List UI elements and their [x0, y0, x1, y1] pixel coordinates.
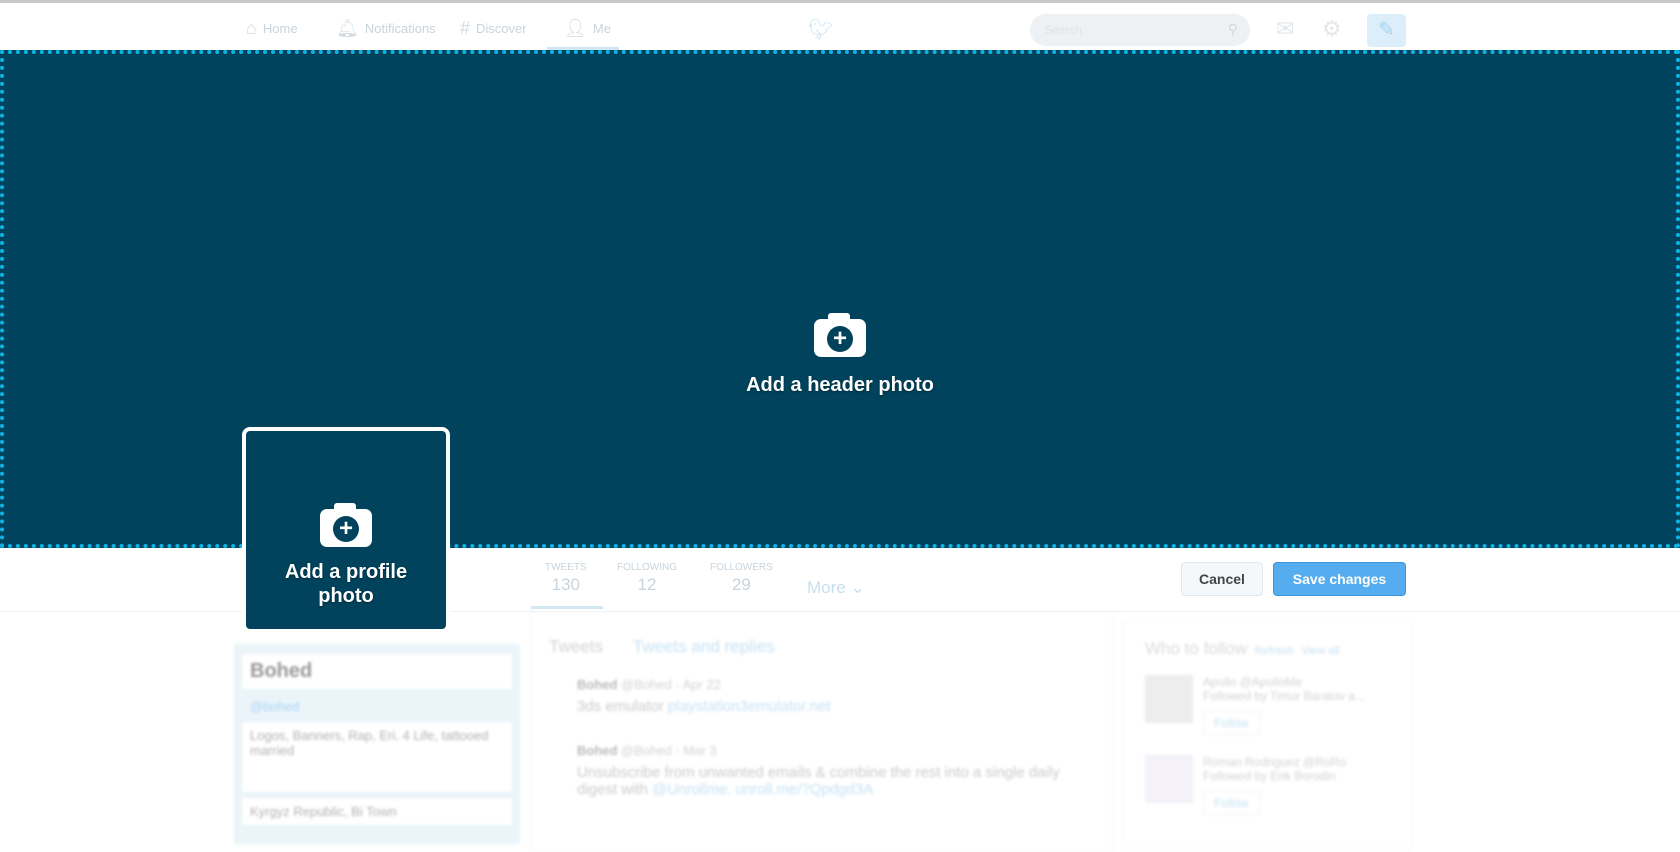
wtf-refresh[interactable]: Refresh	[1255, 645, 1294, 657]
gear-icon[interactable]: ⚙	[1322, 16, 1342, 42]
nav-discover-label: Discover	[476, 21, 527, 36]
avatar[interactable]	[1145, 675, 1193, 723]
timeline: Tweets Tweets and replies Bohed @Bohed · …	[530, 612, 1114, 852]
more-label: More	[807, 578, 846, 597]
tweet-link[interactable]: playstation3emulator.net	[668, 698, 831, 715]
stat-tweets[interactable]: TWEETS 130	[545, 562, 587, 595]
followed-by: Followed by Erik Borodin	[1203, 769, 1336, 783]
camera-plus-icon: +	[320, 503, 372, 547]
cancel-button[interactable]: Cancel	[1181, 562, 1263, 596]
profile-edit-card: Bohed @bohed Logos, Banners, Rap, Eri. 4…	[234, 644, 520, 844]
tweet-author: Bohed	[577, 743, 618, 758]
stat-active-indicator	[531, 606, 603, 609]
wtf-view-all[interactable]: View all	[1302, 645, 1340, 657]
followed-by: Followed by Timur Baratov a...	[1203, 689, 1366, 703]
compose-tweet-button[interactable]: ✎	[1367, 14, 1406, 47]
stat-value: 29	[731, 575, 751, 594]
stat-label: FOLLOWERS	[710, 562, 773, 573]
wtf-title: Who to follow	[1145, 639, 1248, 658]
tab-tweets-replies[interactable]: Tweets and replies	[633, 637, 775, 656]
twitter-bird-icon[interactable]: 🐦︎	[808, 17, 833, 42]
tab-tweets[interactable]: Tweets	[549, 637, 603, 656]
stat-value: 130	[551, 575, 581, 594]
tweet-link[interactable]: @Unrollme. unroll.me/?Qpdgd3A	[652, 781, 873, 798]
tweet-meta: @Bohed · Apr 22	[621, 677, 722, 692]
nav-notifications-label: Notifications	[364, 21, 436, 36]
stat-label: FOLLOWING	[617, 562, 678, 573]
tweet: Bohed @Bohed · Mar 3 Unsubscribe from unw…	[549, 743, 1095, 798]
nav-me[interactable]: 👤︎ Me	[564, 18, 611, 39]
search-icon[interactable]: ⚲	[1228, 21, 1238, 38]
suggestion-name[interactable]: Apollo @ApolloMe	[1203, 675, 1365, 689]
messages-icon[interactable]: ✉	[1276, 16, 1294, 42]
tweet-author: Bohed	[577, 677, 618, 692]
name-field[interactable]: Bohed	[242, 654, 512, 689]
suggestion-name[interactable]: Roman Rodriguez @RoRo	[1203, 755, 1346, 769]
bell-icon: 🔔︎	[336, 18, 359, 38]
more-dropdown[interactable]: More ⌄	[807, 578, 865, 598]
follow-button[interactable]: Follow	[1203, 791, 1260, 815]
tweet-meta: @Bohed · Mar 3	[621, 743, 717, 758]
header-photo-label: Add a header photo	[746, 374, 934, 396]
follow-button[interactable]: Follow	[1203, 711, 1260, 735]
nav-notifications[interactable]: 🔔︎ Notifications	[336, 18, 436, 39]
stat-label: TWEETS	[545, 562, 587, 573]
compose-icon: ✎	[1378, 19, 1395, 41]
nav-discover[interactable]: # Discover	[460, 18, 527, 39]
profile-photo-label: Add a profile photo	[284, 561, 408, 607]
stat-following[interactable]: FOLLOWING 12	[617, 562, 677, 595]
stat-value: 12	[637, 575, 657, 594]
camera-plus-icon: +	[814, 313, 866, 357]
home-icon: ⌂	[246, 18, 257, 38]
profile-photo-upload[interactable]: + Add a profile photo	[242, 427, 450, 633]
search-input[interactable]: Search ⚲	[1030, 14, 1250, 46]
user-icon: 👤︎	[564, 18, 587, 38]
search-placeholder: Search	[1044, 23, 1083, 37]
bio-field[interactable]: Logos, Banners, Rap, Eri. 4 Life, tattoo…	[242, 722, 512, 792]
stat-followers[interactable]: FOLLOWERS 29	[710, 562, 773, 595]
nav-home[interactable]: ⌂ Home	[246, 18, 298, 39]
suggestion: Apollo @ApolloMe Followed by Timur Barato…	[1145, 675, 1389, 735]
nav-home-label: Home	[262, 21, 298, 36]
location-field[interactable]: Kyrgyz Republic, Bi Town	[242, 798, 512, 825]
handle: @bohed	[250, 699, 300, 714]
chevron-down-icon: ⌄	[850, 578, 865, 597]
nav-me-label: Me	[592, 21, 611, 36]
hash-icon: #	[460, 18, 471, 38]
avatar[interactable]	[1145, 755, 1193, 803]
tweet: Bohed @Bohed · Apr 22 3ds emulator playst…	[549, 677, 1095, 715]
tweet-text: 3ds emulator	[577, 698, 668, 715]
who-to-follow: Who to follow Refresh View all Apollo @Apo…	[1122, 620, 1412, 850]
suggestion: Roman Rodriguez @RoRo Followed by Erik Bo…	[1145, 755, 1389, 815]
save-changes-button[interactable]: Save changes	[1273, 562, 1406, 596]
top-nav: ⌂ Home 🔔︎ Notifications # Discover 👤︎ Me 🐦︎ …	[0, 3, 1680, 50]
